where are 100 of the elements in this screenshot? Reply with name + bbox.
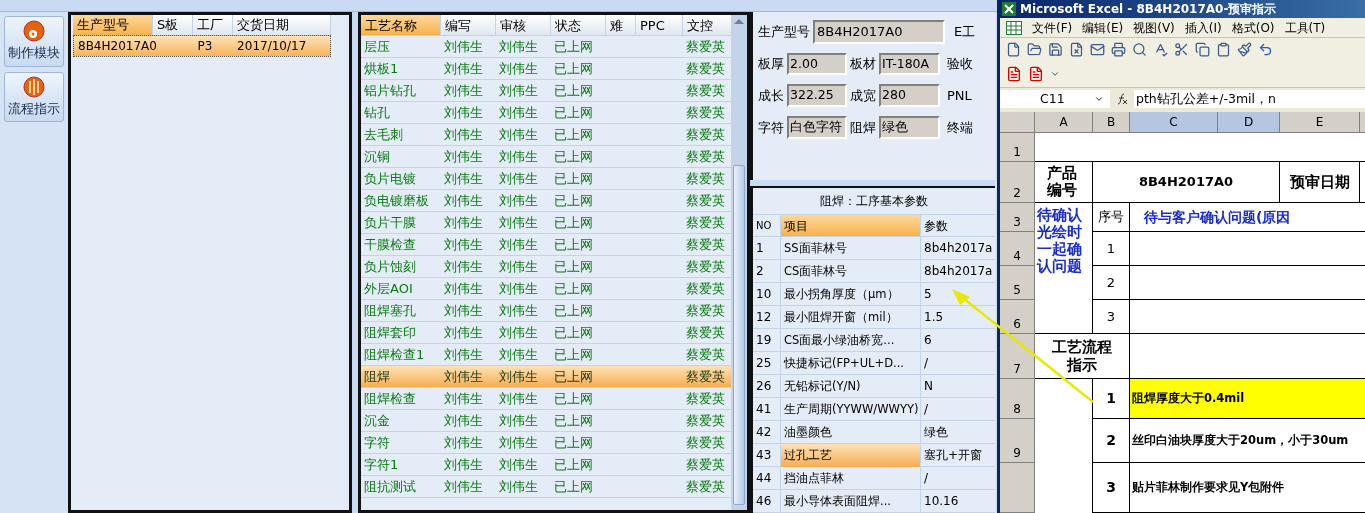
table-row[interactable]: 铝片钻孔 刘伟生 刘伟生 已上网 蔡爱英 xyxy=(361,80,731,102)
input-field[interactable]: 白色字符 xyxy=(787,116,847,139)
menu-item[interactable]: 插入(I) xyxy=(1184,18,1222,37)
column-header[interactable]: 生产型号 xyxy=(73,15,153,35)
table-row[interactable]: 19 CS面最小绿油桥宽... 6 xyxy=(753,329,995,352)
mail-icon[interactable] xyxy=(1090,41,1105,57)
column-header[interactable]: 状态 xyxy=(551,15,606,35)
row-header[interactable]: 3 xyxy=(1000,203,1035,232)
table-row[interactable]: 12 最小阻焊开窗（mil） 1.5 xyxy=(753,306,995,329)
column-header[interactable]: B xyxy=(1093,112,1130,133)
table-cell-text: 刘伟生 xyxy=(443,59,484,78)
menu-item[interactable]: 格式(O) xyxy=(1231,18,1275,37)
table-cell-text: 阻焊检查1 xyxy=(363,345,426,364)
table-row[interactable]: 阻焊塞孔 刘伟生 刘伟生 已上网 蔡爱英 xyxy=(361,300,731,322)
new-file-icon[interactable] xyxy=(1006,41,1021,57)
save-icon[interactable] xyxy=(1048,41,1063,57)
sidebar-button[interactable]: 制作模块 xyxy=(4,16,64,67)
input-field[interactable]: IT-180A xyxy=(879,52,940,76)
row-header[interactable] xyxy=(1000,463,1035,513)
column-header[interactable]: E xyxy=(1280,112,1360,133)
column-header[interactable]: 文控 xyxy=(683,15,731,35)
table-row[interactable]: 阻抗测试 刘伟生 刘伟生 已上网 蔡爱英 xyxy=(361,476,731,498)
print-icon[interactable] xyxy=(1111,41,1126,57)
menu-item[interactable]: 文件(F) xyxy=(1032,18,1073,37)
column-header[interactable]: D xyxy=(1218,112,1280,133)
table-row[interactable]: 8B4H2017A0 P3 2017/10/17 xyxy=(73,35,331,57)
table-row[interactable]: 烘板1 刘伟生 刘伟生 已上网 蔡爱英 xyxy=(361,58,731,80)
menu-item[interactable]: 工具(T) xyxy=(1284,18,1326,37)
table-row[interactable]: 字符1 刘伟生 刘伟生 已上网 蔡爱英 xyxy=(361,454,731,476)
table-row[interactable]: 层压 刘伟生 刘伟生 已上网 蔡爱英 xyxy=(361,36,731,58)
file-delete-icon[interactable] xyxy=(1069,41,1084,57)
table-row[interactable]: 负片蚀刻 刘伟生 刘伟生 已上网 蔡爱英 xyxy=(361,256,731,278)
spell-check-icon[interactable] xyxy=(1153,41,1168,57)
table-row[interactable]: 1 SS面菲林号 8b4h2017a xyxy=(753,237,995,260)
input-field[interactable]: 280 xyxy=(879,84,940,107)
row-header[interactable]: 9 xyxy=(1000,419,1035,463)
row-header[interactable]: 5 xyxy=(1000,266,1035,300)
menu-item[interactable]: 视图(V) xyxy=(1133,18,1175,37)
field-label: 板材 xyxy=(850,55,876,74)
table-row[interactable]: 阻焊检查 刘伟生 刘伟生 已上网 蔡爱英 xyxy=(361,388,731,410)
table-row[interactable]: 25 快捷标记(FP+UL+D... / xyxy=(753,352,995,375)
table-row[interactable]: 46 最小导体表面阻焊... 10.16 xyxy=(753,490,995,513)
table-cell-text: 8b4h2017a xyxy=(923,263,994,280)
scissors-icon[interactable] xyxy=(1174,41,1189,57)
spreadsheet-icon[interactable] xyxy=(1006,20,1022,35)
row-header[interactable]: 2 xyxy=(1000,162,1035,203)
row-header[interactable]: 8 xyxy=(1000,379,1035,419)
name-box[interactable]: C11 xyxy=(1000,89,1110,109)
copy-icon[interactable] xyxy=(1195,41,1210,57)
table-row[interactable]: 钻孔 刘伟生 刘伟生 已上网 蔡爱英 xyxy=(361,102,731,124)
column-header[interactable]: 编写 xyxy=(441,15,496,35)
table-row[interactable]: 26 无铅标记(Y/N) N xyxy=(753,375,995,398)
field-label: 成宽 xyxy=(850,86,876,105)
table-row[interactable]: 负片电镀 刘伟生 刘伟生 已上网 蔡爱英 xyxy=(361,168,731,190)
sidebar-button[interactable]: 流程指示 xyxy=(4,71,64,122)
scrollbar[interactable] xyxy=(731,15,747,510)
input-field[interactable]: 8B4H2017A0 xyxy=(813,20,945,44)
column-header[interactable]: S板 xyxy=(153,15,193,35)
input-field[interactable]: 绿色 xyxy=(879,116,940,139)
table-row[interactable]: 阻焊套印 刘伟生 刘伟生 已上网 蔡爱英 xyxy=(361,322,731,344)
clipboard-icon[interactable] xyxy=(1216,41,1231,57)
column-header[interactable]: 审核 xyxy=(496,15,551,35)
open-folder-icon[interactable] xyxy=(1027,41,1042,57)
row-header[interactable]: 4 xyxy=(1000,232,1035,266)
row-header[interactable]: 7 xyxy=(1000,334,1035,379)
row-header[interactable]: 1 xyxy=(1000,133,1035,162)
column-header[interactable]: 交货日期 xyxy=(233,15,331,35)
search-icon[interactable] xyxy=(1132,41,1147,57)
table-row[interactable]: 41 生产周期(YYWW/WWYY) / xyxy=(753,398,995,421)
table-row[interactable]: 阻焊 刘伟生 刘伟生 已上网 蔡爱英 xyxy=(361,366,731,388)
table-cell: 工艺流程指示 xyxy=(1035,334,1130,379)
table-row[interactable]: 负电镀磨板 刘伟生 刘伟生 已上网 蔡爱英 xyxy=(361,190,731,212)
select-all-corner[interactable] xyxy=(1000,112,1035,133)
table-cell: 产品编号 xyxy=(1035,162,1093,203)
table-row[interactable]: 44 挡油点菲林 / xyxy=(753,467,995,490)
column-header[interactable]: PPC xyxy=(636,15,683,35)
input-field[interactable]: 2.00 xyxy=(787,52,847,76)
formula-field[interactable]: pth钻孔公差+/-3mil，n xyxy=(1134,89,1365,109)
column-header[interactable]: C xyxy=(1130,112,1218,133)
column-header[interactable]: 项目 xyxy=(781,215,921,236)
table-row[interactable]: 2 CS面菲林号 8b4h2017a xyxy=(753,260,995,283)
pdf-file-icon[interactable] xyxy=(1028,65,1044,82)
table-row[interactable]: 沉铜 刘伟生 刘伟生 已上网 蔡爱英 xyxy=(361,146,731,168)
column-header[interactable]: A xyxy=(1035,112,1093,133)
input-field[interactable]: 322.25 xyxy=(787,84,847,107)
paintbrush-icon[interactable] xyxy=(1237,41,1252,57)
table-row[interactable]: 去毛刺 刘伟生 刘伟生 已上网 蔡爱英 xyxy=(361,124,731,146)
menu-item[interactable]: 编辑(E) xyxy=(1082,18,1124,37)
table-row[interactable]: 43 过孔工艺 塞孔+开窗 xyxy=(753,444,995,467)
table-row[interactable]: 负片干膜 刘伟生 刘伟生 已上网 蔡爱英 xyxy=(361,212,731,234)
table-row[interactable]: 外层AOI 刘伟生 刘伟生 已上网 蔡爱英 xyxy=(361,278,731,300)
row-header[interactable]: 6 xyxy=(1000,300,1035,334)
table-row[interactable]: 干膜检查 刘伟生 刘伟生 已上网 蔡爱英 xyxy=(361,234,731,256)
column-header[interactable]: 难 xyxy=(606,15,636,35)
column-header[interactable]: 工艺名称 xyxy=(361,15,441,35)
undo-icon[interactable] xyxy=(1258,41,1273,57)
table-row[interactable]: 字符 刘伟生 刘伟生 已上网 蔡爱英 xyxy=(361,432,731,454)
table-row[interactable]: 沉金 刘伟生 刘伟生 已上网 蔡爱英 xyxy=(361,410,731,432)
column-header[interactable]: 工厂 xyxy=(193,15,233,35)
pdf-file-icon[interactable] xyxy=(1006,65,1022,82)
